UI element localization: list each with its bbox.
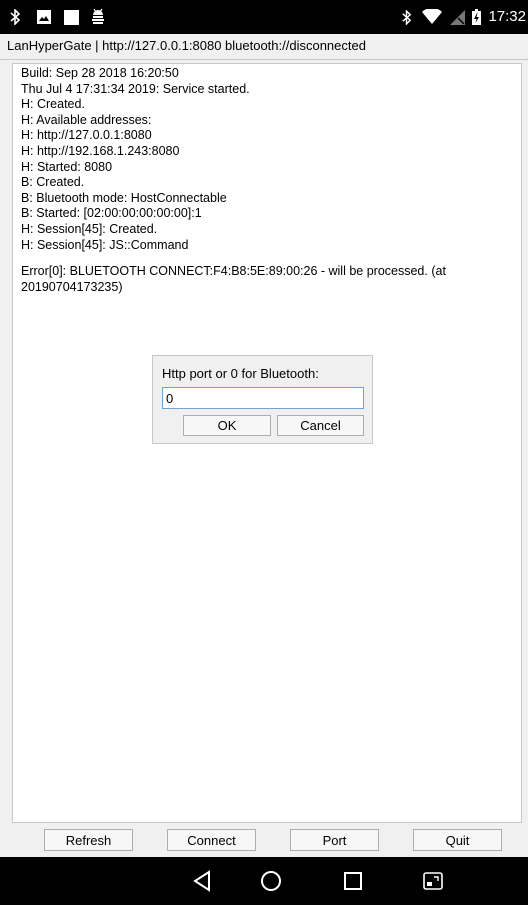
log-line: Thu Jul 4 17:31:34 2019: Service started… — [21, 81, 250, 96]
title-bar: LanHyperGate | http://127.0.0.1:8080 blu… — [0, 34, 528, 60]
window-title: LanHyperGate | http://127.0.0.1:8080 blu… — [7, 38, 366, 53]
port-button[interactable]: Port — [290, 829, 379, 851]
square-notification-icon — [62, 8, 80, 26]
image-icon — [35, 8, 53, 26]
log-line: H: Started: 8080 — [21, 159, 113, 174]
log-line: H: Available addresses: — [21, 112, 152, 127]
connect-button[interactable]: Connect — [167, 829, 256, 851]
log-gap — [21, 253, 516, 264]
log-line: H: Session[45]: Created. — [21, 221, 158, 236]
status-time: 17:32 — [488, 8, 526, 25]
error-message: Error[0]: BLUETOOTH CONNECT:F4:B8:5E:89:… — [21, 264, 446, 294]
recents-icon[interactable] — [340, 868, 366, 894]
dialog-label: Http port or 0 for Bluetooth: — [162, 366, 319, 381]
keyboard-toggle-icon[interactable] — [420, 868, 446, 894]
back-icon[interactable] — [189, 868, 215, 894]
log-line: B: Started: [02:00:00:00:00:00]:1 — [21, 206, 202, 221]
android-debug-icon — [89, 8, 107, 26]
log-line: H: http://192.168.1.243:8080 — [21, 143, 180, 158]
log-line: B: Created. — [21, 175, 85, 190]
no-signal-icon — [449, 8, 465, 26]
port-input[interactable] — [162, 387, 364, 409]
refresh-button[interactable]: Refresh — [44, 829, 133, 851]
bluetooth-icon — [8, 8, 22, 26]
wifi-icon — [421, 8, 443, 26]
app-window: LanHyperGate | http://127.0.0.1:8080 blu… — [0, 34, 528, 857]
cancel-button[interactable]: Cancel — [277, 415, 364, 436]
port-dialog: Http port or 0 for Bluetooth: OK Cancel — [152, 355, 373, 444]
log-line: B: Bluetooth mode: HostConnectable — [21, 190, 227, 205]
log-line: H: Session[45]: JS::Command — [21, 237, 189, 252]
log-lines: Build: Sep 28 2018 16:20:50 Thu Jul 4 17… — [21, 66, 516, 295]
status-bar: 17:32 — [0, 0, 528, 34]
ok-button[interactable]: OK — [183, 415, 271, 436]
quit-button[interactable]: Quit — [413, 829, 502, 851]
log-line: Build: Sep 28 2018 16:20:50 — [21, 66, 179, 80]
navigation-bar — [0, 857, 528, 905]
battery-icon — [471, 8, 482, 26]
bluetooth-icon — [400, 8, 412, 26]
log-line: H: Created. — [21, 97, 85, 112]
log-line: H: http://127.0.0.1:8080 — [21, 128, 152, 143]
home-icon[interactable] — [258, 868, 284, 894]
